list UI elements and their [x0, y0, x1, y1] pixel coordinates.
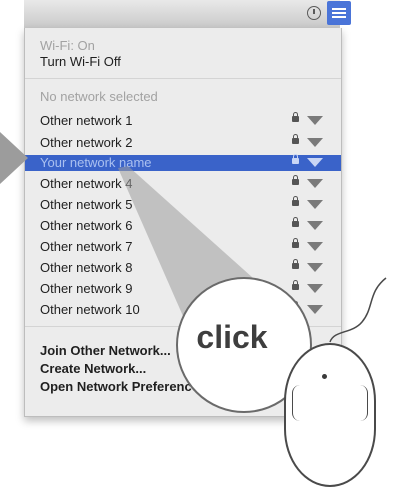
wifi-signal-icon — [307, 158, 323, 167]
wifi-signal-icon — [307, 305, 323, 314]
menu-separator — [25, 78, 341, 79]
wifi-signal-icon — [307, 116, 323, 125]
network-item[interactable]: Other network 8 — [25, 259, 341, 276]
turn-wifi-off-item[interactable]: Turn Wi-Fi Off — [25, 54, 341, 70]
wifi-signal-icon — [307, 138, 323, 147]
wifi-signal-icon — [307, 242, 323, 251]
no-network-label: No network selected — [40, 89, 158, 104]
network-item[interactable]: Other network 1 — [25, 112, 341, 129]
wifi-signal-icon — [307, 200, 323, 209]
network-name: Other network 8 — [40, 260, 133, 275]
network-name: Other network 5 — [40, 197, 133, 212]
network-name: Other network 6 — [40, 218, 133, 233]
lock-icon — [292, 238, 299, 250]
wifi-icon[interactable] — [327, 1, 351, 25]
menu-bar — [24, 0, 351, 29]
wifi-signal-icon — [307, 179, 323, 188]
click-label: click — [196, 319, 268, 355]
mouse-icon — [284, 343, 376, 487]
wifi-signal-icon — [307, 284, 323, 293]
network-item[interactable]: Other network 2 — [25, 134, 341, 151]
lock-icon — [292, 112, 299, 124]
network-item[interactable]: Other network 9 — [25, 280, 341, 297]
wifi-signal-icon — [307, 263, 323, 272]
network-name: Other network 1 — [40, 113, 133, 128]
wifi-signal-icon — [307, 221, 323, 230]
lock-icon — [292, 259, 299, 271]
lock-icon — [292, 134, 299, 146]
network-name: Other network 7 — [40, 239, 133, 254]
clock-icon[interactable] — [307, 6, 321, 20]
mouse-right-button — [359, 385, 368, 421]
lock-icon — [292, 154, 299, 166]
lock-icon — [292, 280, 299, 292]
network-name: Other network 9 — [40, 281, 133, 296]
network-item[interactable]: Other network 5 — [25, 196, 341, 213]
network-name: Other network 4 — [40, 176, 133, 191]
network-item[interactable]: Other network 4 — [25, 175, 341, 192]
network-name: Other network 2 — [40, 135, 133, 150]
lock-icon — [292, 217, 299, 229]
pointer-arrow — [0, 132, 28, 184]
mouse-left-button — [292, 385, 301, 421]
network-item[interactable]: Other network 7 — [25, 238, 341, 255]
lock-icon — [292, 175, 299, 187]
network-item[interactable]: Other network 6 — [25, 217, 341, 234]
network-name: Your network name — [40, 155, 152, 170]
mouse-scroll-dot — [322, 374, 327, 379]
lock-icon — [292, 196, 299, 208]
network-item-selected[interactable]: Your network name — [25, 154, 341, 171]
wifi-status: Wi-Fi: On — [40, 38, 95, 53]
network-name: Other network 10 — [40, 302, 140, 317]
